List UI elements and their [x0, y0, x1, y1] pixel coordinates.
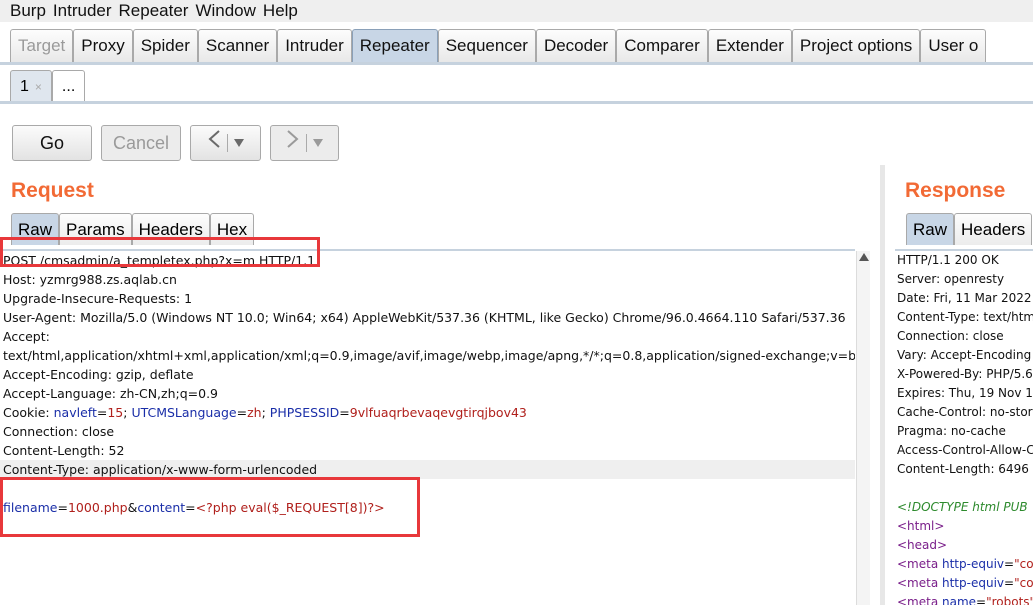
tab-decoder[interactable]: Decoder — [535, 29, 617, 62]
annotation-box-payload — [0, 477, 420, 537]
header-access-control: Access-Control-Allow-C — [897, 443, 1033, 457]
meta-line: <meta http-equiv="conte — [897, 555, 1033, 574]
button-separator — [227, 134, 228, 152]
header-content-type: Content-Type: text/html — [897, 310, 1033, 324]
menu-intruder[interactable]: Intruder — [46, 1, 112, 21]
chevron-left-icon — [207, 126, 221, 160]
header-cache-control: Cache-Control: no-store — [897, 405, 1033, 419]
scroll-up-icon[interactable] — [859, 253, 869, 261]
header-vary: Vary: Accept-Encoding — [897, 348, 1032, 362]
tab-repeater[interactable]: Repeater — [351, 29, 438, 62]
meta-value: "conte — [1014, 576, 1033, 590]
close-icon[interactable]: × — [35, 80, 42, 94]
cookie-value: 9vlfuaqrbevaqevgtirqjbov43 — [349, 405, 527, 420]
meta-attr: http-equiv — [942, 576, 1005, 590]
cookie-prefix: Cookie: — [3, 405, 54, 420]
tab-repeater-1-label: 1 — [20, 78, 29, 95]
header-upgrade: Upgrade-Insecure-Requests: 1 — [3, 291, 193, 306]
tab-scanner[interactable]: Scanner — [197, 29, 278, 62]
status-line: HTTP/1.1 200 OK — [897, 253, 999, 267]
tab-extender[interactable]: Extender — [707, 29, 792, 62]
header-pragma: Pragma: no-cache — [897, 424, 1006, 438]
meta-value: "robots" c — [986, 595, 1033, 605]
doctype-line: <!DOCTYPE html PUB — [897, 500, 1028, 514]
header-cookie: Cookie: navleft=15; UTCMSLanguage=zh; PH… — [3, 405, 527, 420]
main-tab-bar: Target Proxy Spider Scanner Intruder Repeater… — [0, 22, 1033, 66]
tab-target[interactable]: Target — [10, 29, 74, 62]
header-content-length: Content-Length: 6496 — [897, 462, 1029, 476]
go-button[interactable]: Go — [12, 125, 92, 161]
head-tag-line: <head> — [897, 538, 948, 552]
tab-baseline — [0, 62, 1033, 65]
meta-value: "conte — [1014, 557, 1033, 571]
meta-tag: <meta — [897, 595, 942, 605]
tab-intruder[interactable]: Intruder — [277, 29, 352, 62]
tab-comparer[interactable]: Comparer — [616, 29, 708, 62]
chevron-right-icon — [286, 126, 300, 160]
menu-window[interactable]: Window — [188, 1, 255, 21]
header-date: Date: Fri, 11 Mar 2022 0 — [897, 291, 1033, 305]
header-connection: Connection: close — [3, 424, 115, 439]
forward-button[interactable] — [270, 125, 339, 161]
html-tag-line: <html> — [897, 519, 945, 533]
cookie-value: 15 — [107, 405, 124, 420]
header-connection: Connection: close — [897, 329, 1004, 343]
header-accept-value: text/html,application/xhtml+xml,applicat… — [3, 348, 855, 363]
tab-sequencer[interactable]: Sequencer — [437, 29, 536, 62]
tab-headers[interactable]: Headers — [954, 213, 1033, 245]
pane-divider[interactable] — [880, 165, 885, 605]
cookie-value: zh — [247, 405, 262, 420]
header-user-agent: User-Agent: Mozilla/5.0 (Windows NT 10.0… — [3, 310, 846, 325]
header-host: Host: yzmrg988.zs.aqlab.cn — [3, 272, 177, 287]
response-title: Response — [905, 179, 1006, 202]
tab-user-o[interactable]: User o — [920, 29, 987, 62]
header-accept-language: Accept-Language: zh-CN,zh;q=0.9 — [3, 386, 219, 401]
back-button[interactable] — [190, 125, 261, 161]
header-expires: Expires: Thu, 19 Nov 19 — [897, 386, 1033, 400]
chevron-down-icon — [313, 126, 323, 160]
menu-burp[interactable]: Burp — [0, 1, 46, 21]
annotation-box-url — [0, 237, 320, 267]
cookie-key: navleft — [53, 405, 97, 420]
meta-attr: name — [942, 595, 977, 605]
header-server: Server: openresty — [897, 272, 1005, 286]
tab-new[interactable]: ... — [51, 70, 86, 102]
tab-proxy[interactable]: Proxy — [73, 29, 133, 62]
header-powered-by: X-Powered-By: PHP/5.6 — [897, 367, 1033, 381]
meta-line: <meta name="robots" c — [897, 593, 1033, 605]
header-accept-encoding: Accept-Encoding: gzip, deflate — [3, 367, 194, 382]
button-separator — [306, 134, 307, 152]
request-title: Request — [11, 179, 94, 202]
meta-tag: <meta — [897, 557, 942, 571]
header-accept: Accept: — [3, 329, 50, 344]
meta-line: <meta http-equiv="conte — [897, 574, 1033, 593]
request-editor[interactable]: POST /cmsadmin/a_templetex.php?x=m HTTP/… — [0, 249, 855, 605]
request-scrollbar[interactable] — [856, 251, 870, 605]
cancel-button[interactable]: Cancel — [101, 125, 181, 161]
meta-tag: <meta — [897, 576, 942, 590]
cookie-key: PHPSESSID — [269, 405, 340, 420]
response-editor[interactable]: HTTP/1.1 200 OK Server: openresty Date: … — [895, 249, 1033, 605]
repeater-sub-tabs: 1 × ... — [10, 70, 86, 102]
sub-tab-baseline — [0, 101, 1033, 104]
tab-raw[interactable]: Raw — [906, 213, 955, 245]
menu-help[interactable]: Help — [256, 1, 298, 21]
menu-repeater[interactable]: Repeater — [112, 1, 189, 21]
response-view-tabs: Raw Headers — [906, 213, 1033, 245]
tab-spider[interactable]: Spider — [132, 29, 198, 62]
cookie-key: UTCMSLanguage — [131, 405, 237, 420]
tab-project-options[interactable]: Project options — [791, 29, 921, 62]
menu-bar: Burp Intruder Repeater Window Help — [0, 0, 1033, 22]
meta-attr: http-equiv — [942, 557, 1005, 571]
tab-repeater-1[interactable]: 1 × — [10, 70, 52, 102]
chevron-down-icon — [234, 126, 244, 160]
header-content-length: Content-Length: 52 — [3, 443, 125, 458]
